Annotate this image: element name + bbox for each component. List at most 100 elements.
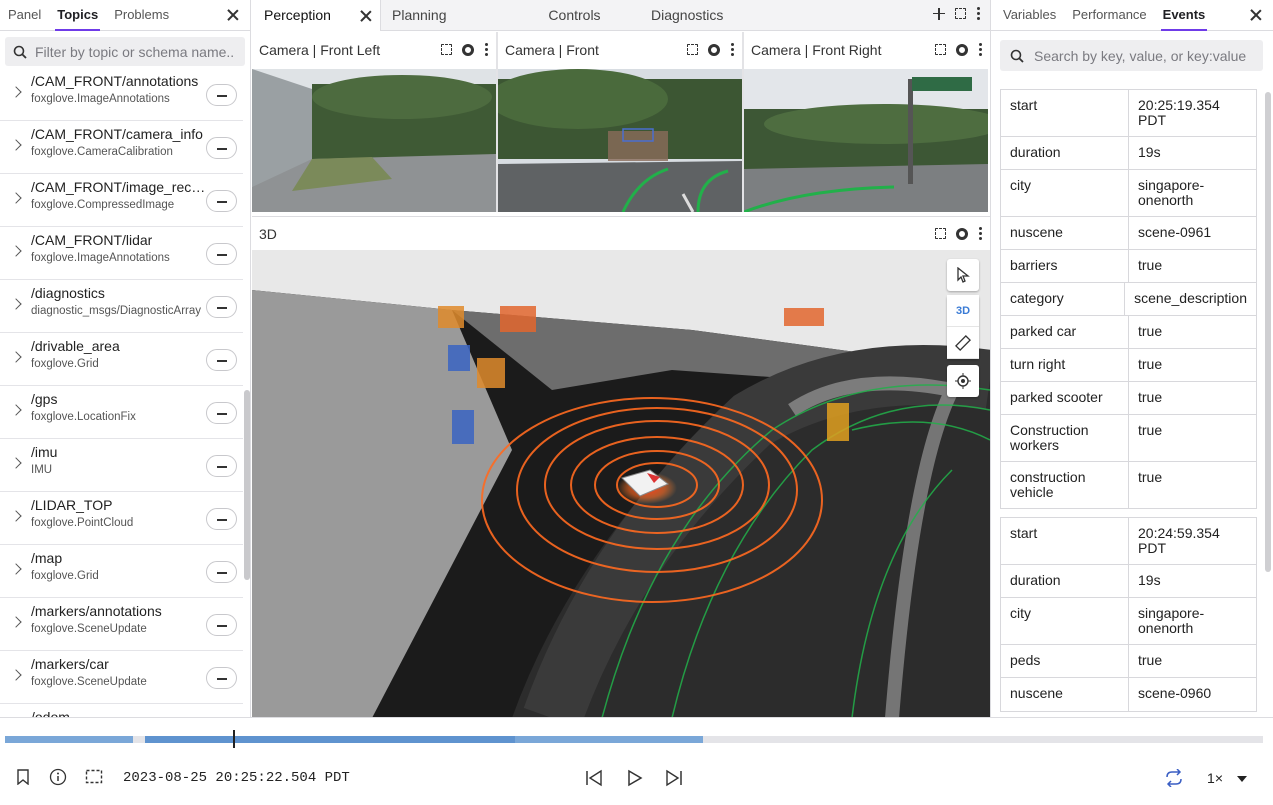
fullscreen-icon[interactable]	[935, 228, 946, 239]
topic-row[interactable]: /CAM_FRONT/image_rect_c... foxglove.Compr…	[0, 174, 243, 227]
fullscreen-icon[interactable]	[955, 8, 966, 19]
close-tab-icon[interactable]	[357, 7, 375, 25]
topic-menu-button[interactable]	[206, 402, 237, 424]
topic-menu-button[interactable]	[206, 137, 237, 159]
selection-icon[interactable]	[85, 769, 103, 785]
left-tabs: Panel Topics Problems	[0, 0, 250, 31]
tab-variables[interactable]: Variables	[995, 7, 1064, 30]
fullscreen-icon[interactable]	[687, 44, 698, 55]
tab-problems[interactable]: Problems	[106, 7, 177, 30]
more-menu-icon[interactable]	[976, 7, 980, 20]
event-key: peds	[1001, 645, 1129, 677]
topic-row[interactable]: /markers/car foxglove.SceneUpdate	[0, 651, 243, 704]
event-key: Construction workers	[1001, 415, 1129, 461]
tab-planning[interactable]: Planning	[381, 0, 510, 31]
topic-menu-button[interactable]	[206, 296, 237, 318]
tab-panel[interactable]: Panel	[0, 7, 49, 30]
event-card[interactable]: start 20:24:59.354 PDT duration 19s city sing…	[1000, 517, 1257, 712]
topic-menu-button[interactable]	[206, 508, 237, 530]
topic-row[interactable]: /CAM_FRONT/annotations foxglove.ImageAnno…	[0, 68, 243, 121]
tab-events[interactable]: Events	[1155, 7, 1214, 31]
seek-backward-icon[interactable]	[585, 769, 603, 787]
topic-filter-input[interactable]	[35, 43, 235, 60]
panel-toolbar	[935, 43, 982, 56]
event-row: barriers true	[1001, 250, 1256, 283]
topic-row[interactable]: /gps foxglove.LocationFix	[0, 386, 243, 439]
chevron-right-icon[interactable]	[10, 139, 22, 151]
3d-toggle-button[interactable]: 3D	[947, 295, 979, 327]
topic-row[interactable]: /drivable_area foxglove.Grid	[0, 333, 243, 386]
tab-diagnostics[interactable]: Diagnostics	[639, 0, 768, 31]
chevron-right-icon[interactable]	[10, 563, 22, 575]
topic-menu-button[interactable]	[206, 84, 237, 106]
topic-menu-button[interactable]	[206, 349, 237, 371]
topic-row[interactable]: /CAM_FRONT/lidar foxglove.ImageAnnotation…	[0, 227, 243, 280]
event-row: nuscene scene-0960	[1001, 678, 1256, 711]
playback-speed[interactable]: 1×	[1207, 770, 1223, 786]
ruler-icon[interactable]	[947, 327, 979, 359]
seek-forward-icon[interactable]	[665, 769, 683, 787]
topic-menu-button[interactable]	[206, 614, 237, 636]
tab-topics[interactable]: Topics	[49, 7, 106, 31]
fullscreen-icon[interactable]	[441, 44, 452, 55]
3d-scene[interactable]: 3D	[252, 250, 990, 717]
panel-toolbar	[687, 43, 734, 56]
event-row: start 20:24:59.354 PDT	[1001, 518, 1256, 565]
event-list-scrollbar[interactable]	[1265, 92, 1271, 572]
more-menu-icon[interactable]	[484, 43, 488, 56]
event-key: category	[1001, 283, 1126, 315]
info-icon[interactable]	[49, 768, 67, 786]
topic-row[interactable]: /CAM_FRONT/camera_info foxglove.CameraCal…	[0, 121, 243, 174]
chevron-right-icon[interactable]	[10, 86, 22, 98]
recenter-icon[interactable]	[947, 365, 979, 397]
loop-icon[interactable]	[1164, 769, 1184, 787]
tab-performance[interactable]: Performance	[1064, 7, 1154, 30]
topic-row[interactable]: /markers/annotations foxglove.SceneUpdate	[0, 598, 243, 651]
event-row: construction vehicle true	[1001, 462, 1256, 508]
topic-menu-button[interactable]	[206, 667, 237, 689]
tab-perception[interactable]: Perception	[252, 0, 381, 31]
topic-menu-button[interactable]	[206, 561, 237, 583]
topic-row[interactable]: /odom	[0, 704, 243, 717]
chevron-right-icon[interactable]	[10, 457, 22, 469]
topic-row[interactable]: /LIDAR_TOP foxglove.PointCloud	[0, 492, 243, 545]
close-right-sidebar-icon[interactable]	[1247, 6, 1265, 24]
close-left-sidebar-icon[interactable]	[224, 6, 242, 24]
chevron-right-icon[interactable]	[10, 245, 22, 257]
current-timestamp[interactable]: 2023-08-25 20:25:22.504 PDT	[123, 770, 350, 786]
more-menu-icon[interactable]	[978, 43, 982, 56]
event-card[interactable]: start 20:25:19.354 PDT duration 19s city sing…	[1000, 89, 1257, 509]
more-menu-icon[interactable]	[978, 227, 982, 240]
add-tab-icon[interactable]	[933, 7, 945, 20]
bookmark-icon[interactable]	[16, 769, 30, 785]
event-key: nuscene	[1001, 678, 1129, 711]
topic-row[interactable]: /map foxglove.Grid	[0, 545, 243, 598]
select-tool-icon[interactable]	[947, 259, 979, 291]
chevron-down-icon[interactable]	[1237, 776, 1247, 782]
more-menu-icon[interactable]	[730, 43, 734, 56]
topic-menu-button[interactable]	[206, 190, 237, 212]
gear-icon[interactable]	[462, 43, 474, 56]
topic-row[interactable]: /imu IMU	[0, 439, 243, 492]
gear-icon[interactable]	[708, 43, 720, 56]
gear-icon[interactable]	[956, 43, 968, 56]
chevron-right-icon[interactable]	[10, 404, 22, 416]
play-icon[interactable]	[627, 769, 643, 787]
playhead[interactable]	[233, 730, 235, 748]
fullscreen-icon[interactable]	[935, 44, 946, 55]
chevron-right-icon[interactable]	[10, 669, 22, 681]
topic-row[interactable]: /diagnostics diagnostic_msgs/DiagnosticAr…	[0, 280, 243, 333]
chevron-right-icon[interactable]	[10, 351, 22, 363]
chevron-right-icon[interactable]	[10, 510, 22, 522]
topic-list-scrollbar[interactable]	[244, 390, 250, 580]
topic-menu-button[interactable]	[206, 243, 237, 265]
chevron-right-icon[interactable]	[10, 616, 22, 628]
tab-controls[interactable]: Controls	[510, 0, 639, 31]
timeline-track[interactable]	[5, 736, 1263, 743]
chevron-right-icon[interactable]	[10, 192, 22, 204]
gear-icon[interactable]	[956, 227, 968, 240]
event-search-input[interactable]	[1034, 47, 1254, 64]
right-tabs: Variables Performance Events	[991, 0, 1273, 31]
topic-menu-button[interactable]	[206, 455, 237, 477]
chevron-right-icon[interactable]	[10, 298, 22, 310]
